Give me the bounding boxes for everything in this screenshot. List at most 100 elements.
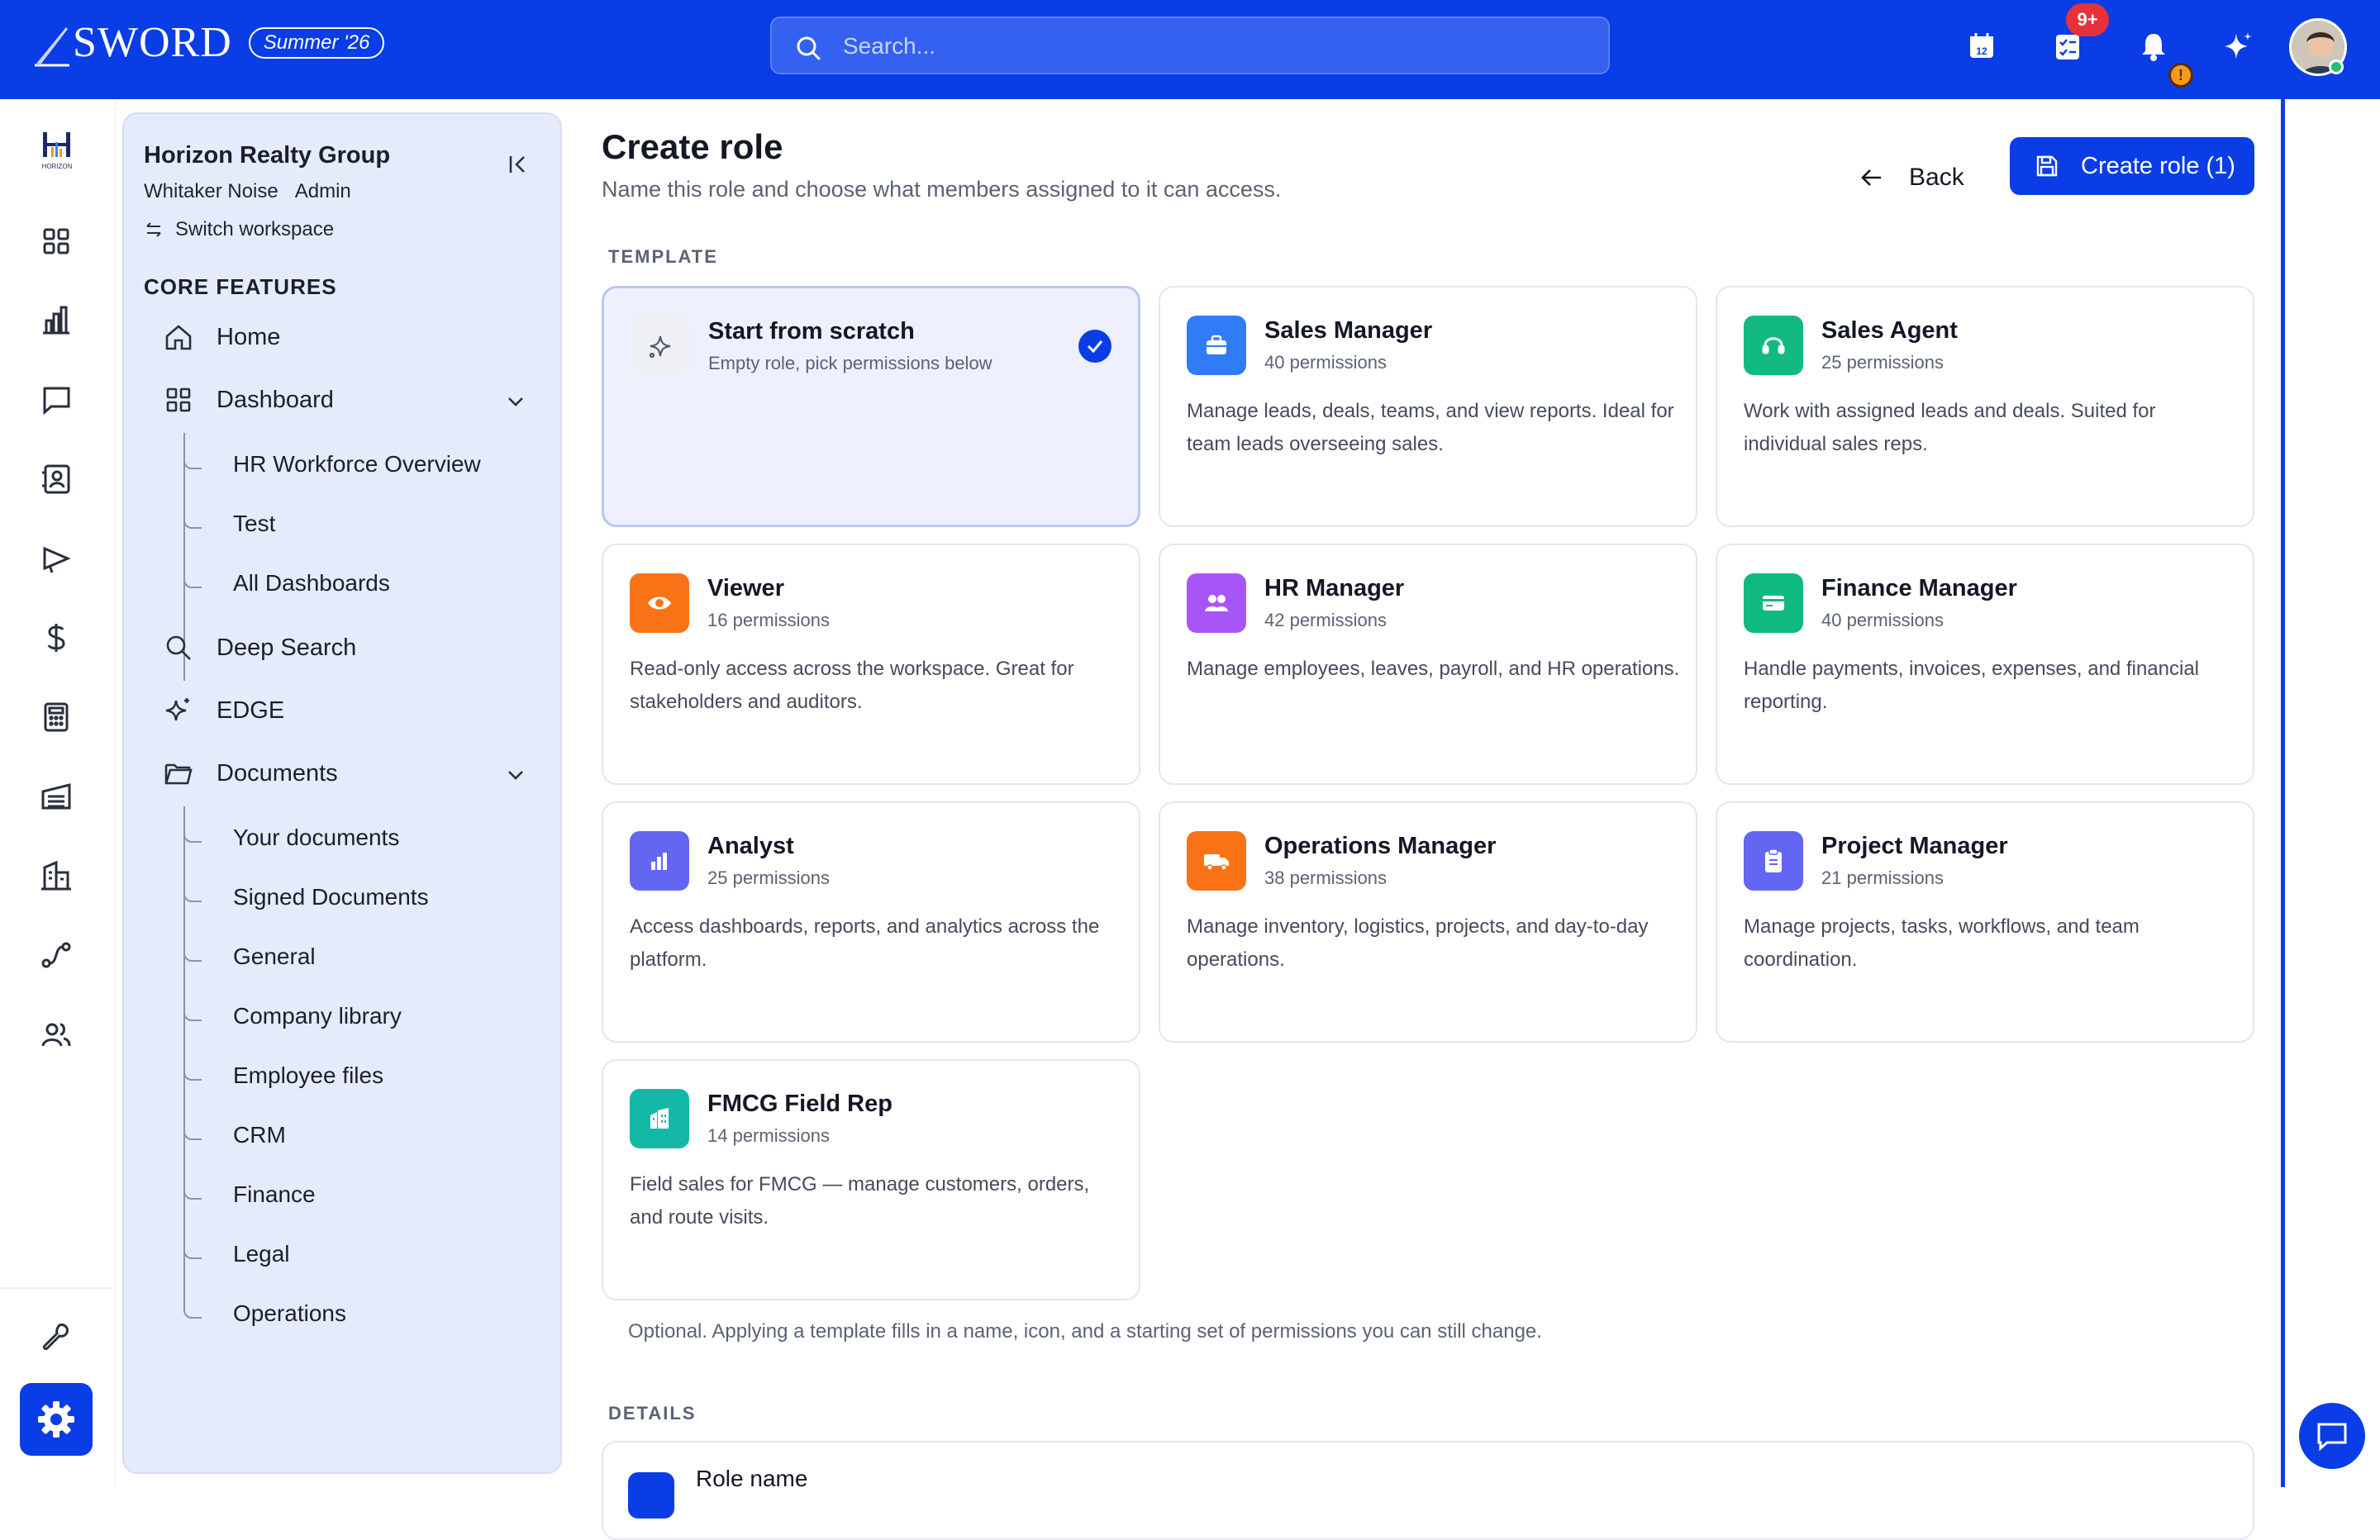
create-role-label: Create role (1) (2081, 152, 2235, 179)
tree-elbow (183, 884, 202, 902)
document-child-item[interactable]: Employee files (210, 1062, 383, 1089)
template-title: Analyst (707, 833, 794, 859)
nav-documents[interactable]: Documents (164, 758, 338, 788)
chevron-down-icon[interactable] (504, 390, 527, 413)
page-title: Create role (602, 127, 783, 166)
user-role: Admin (294, 180, 351, 202)
search-icon (797, 36, 821, 60)
document-child-item[interactable]: Finance (210, 1181, 316, 1208)
contacts-icon[interactable] (40, 463, 73, 496)
template-description: Read-only access across the workspace. G… (630, 658, 1074, 713)
warning-badge: ! (2168, 63, 2193, 88)
dashboard-child-item[interactable]: All Dashboards (210, 570, 390, 597)
template-card-sales-agent[interactable]: Sales Agent 25 permissions Work with ass… (1716, 286, 2254, 527)
headset-icon (1744, 316, 1803, 375)
page-subtitle: Name this role and choose what members a… (602, 177, 1282, 202)
tree-elbow (183, 511, 202, 529)
bell-icon[interactable] (2137, 30, 2170, 63)
nav-edge-label: EDGE (217, 696, 285, 724)
clipboard-icon (1744, 831, 1803, 891)
nav-edge[interactable]: EDGE (164, 696, 284, 725)
document-child-item[interactable]: Signed Documents (210, 884, 429, 910)
sparkle-icon (631, 316, 690, 376)
building-icon[interactable] (40, 859, 73, 892)
collapse-sidebar-icon[interactable] (506, 152, 531, 177)
template-title: Finance Manager (1821, 575, 2017, 601)
chevron-down-icon[interactable] (504, 763, 527, 787)
chart-icon (630, 831, 689, 891)
bar-chart-icon[interactable] (40, 304, 73, 337)
template-description: Manage projects, tasks, workflows, and t… (1744, 915, 2140, 971)
nav-dashboard[interactable]: Dashboard (164, 385, 334, 415)
template-permissions: Empty role, pick permissions below (708, 353, 992, 373)
nav-documents-label: Documents (217, 759, 338, 787)
right-panel (2281, 99, 2380, 1487)
chat-icon (2317, 1423, 2347, 1452)
wrench-icon[interactable] (40, 1320, 73, 1353)
nav-deep-search[interactable]: Deep Search (164, 633, 356, 663)
template-section-label: TEMPLATE (608, 246, 718, 267)
template-card-hr-manager[interactable]: HR Manager 42 permissions Manage employe… (1159, 544, 1697, 785)
document-child-item[interactable]: Legal (210, 1241, 290, 1267)
template-card-project-manager[interactable]: Project Manager 21 permissions Manage pr… (1716, 801, 2254, 1043)
chat-button[interactable] (2299, 1403, 2365, 1469)
calendar-icon[interactable]: 12 (1965, 30, 1998, 63)
settings-button[interactable] (20, 1383, 93, 1456)
template-card-analyst[interactable]: Analyst 25 permissions Access dashboards… (602, 801, 1140, 1043)
template-card-operations-manager[interactable]: Operations Manager 38 permissions Manage… (1159, 801, 1697, 1043)
rail-logo-text: HORIZON (42, 163, 73, 170)
calculator-icon[interactable] (40, 701, 73, 734)
template-card-sales-manager[interactable]: Sales Manager 40 permissions Manage lead… (1159, 286, 1697, 527)
document-child-item[interactable]: CRM (210, 1122, 286, 1148)
truck-icon (1187, 831, 1246, 891)
brand-logo[interactable]: SWORD Summer '26 (33, 18, 385, 67)
document-child-item[interactable]: General (210, 943, 316, 970)
dashboard-child-item[interactable]: Test (210, 511, 275, 537)
top-bar: SWORD Summer '26 12 9+ ! (0, 0, 2380, 99)
template-description: Field sales for FMCG — manage customers,… (630, 1173, 1090, 1229)
role-icon (628, 1472, 674, 1519)
switch-workspace-label: Switch workspace (175, 218, 335, 240)
sparkle-icon (165, 698, 189, 721)
create-role-button[interactable]: Create role (1) (2010, 137, 2254, 195)
template-title: Sales Manager (1264, 317, 1433, 344)
search-bar[interactable] (770, 17, 1610, 74)
users-icon[interactable] (40, 1018, 73, 1051)
tree-elbow (183, 1241, 202, 1259)
calendar-day: 12 (1976, 45, 1987, 57)
dollar-icon[interactable] (40, 621, 73, 654)
sparkle-ai-icon[interactable] (2221, 30, 2254, 63)
online-status-dot (2329, 59, 2344, 74)
tree-elbow (183, 1122, 202, 1140)
grid-icon[interactable] (40, 225, 73, 258)
route-icon[interactable] (40, 939, 73, 972)
dashboard-icon (166, 387, 191, 412)
card-icon (1744, 573, 1803, 633)
template-card-finance-manager[interactable]: Finance Manager 40 permissions Handle pa… (1716, 544, 2254, 785)
document-child-item[interactable]: Company library (210, 1003, 402, 1029)
nav-home[interactable]: Home (164, 322, 280, 352)
user-info: Whitaker Noise Admin (144, 180, 351, 203)
template-card-fmcg-field-rep[interactable]: FMCG Field Rep 14 permissions Field sale… (602, 1059, 1140, 1300)
template-title: Project Manager (1821, 833, 2008, 859)
details-section-label: DETAILS (608, 1403, 697, 1424)
template-card-viewer[interactable]: Viewer 16 permissions Read-only access a… (602, 544, 1140, 785)
template-card-scratch[interactable]: Start from scratch Empty role, pick perm… (602, 286, 1140, 527)
message-icon[interactable] (40, 383, 73, 416)
settings-icon (38, 1401, 74, 1438)
document-child-item[interactable]: Your documents (210, 825, 399, 851)
store-icon (630, 1089, 689, 1148)
rail-divider (0, 1287, 112, 1289)
user-name: Whitaker Noise (144, 180, 278, 202)
template-permissions: 38 permissions (1264, 867, 1387, 888)
back-button[interactable]: Back (1859, 149, 1964, 207)
tree-elbow (183, 1300, 202, 1319)
megaphone-icon[interactable] (40, 542, 73, 575)
tree-elbow (183, 1062, 202, 1081)
dashboard-child-item[interactable]: HR Workforce Overview (210, 451, 481, 478)
warehouse-icon[interactable] (40, 780, 73, 813)
document-child-item[interactable]: Operations (210, 1300, 346, 1327)
org-name: Horizon Realty Group (144, 142, 391, 169)
search-input[interactable] (843, 30, 1570, 63)
switch-workspace-link[interactable]: Switch workspace (144, 218, 334, 241)
